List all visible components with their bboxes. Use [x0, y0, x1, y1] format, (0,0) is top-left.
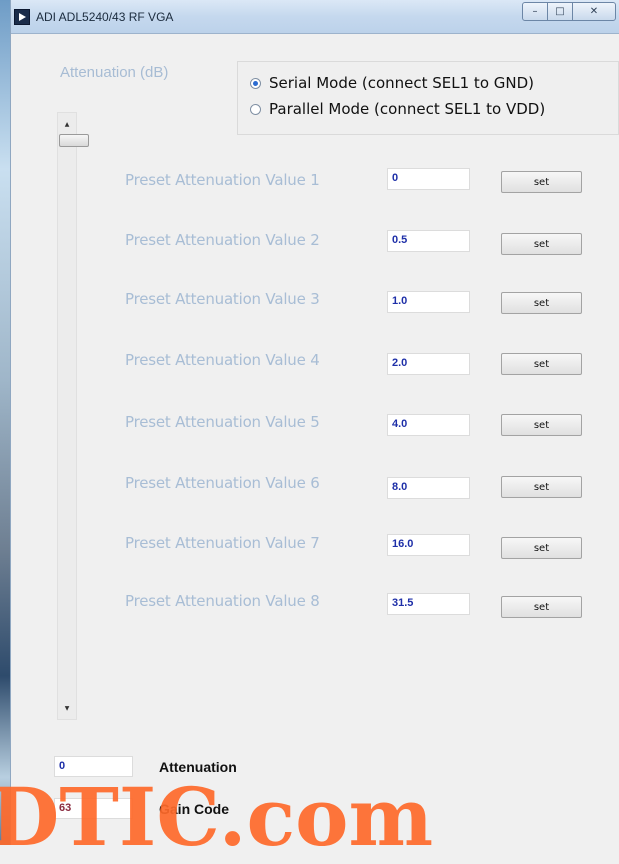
preset-8-label: Preset Attenuation Value 8 — [125, 592, 320, 610]
preset-1-set-button[interactable]: set — [501, 171, 582, 193]
preset-5-input[interactable]: 4.0 — [387, 414, 470, 436]
maximize-button[interactable]: □ — [547, 2, 573, 21]
parallel-mode-radio-icon[interactable] — [250, 103, 261, 115]
preset-7-label: Preset Attenuation Value 7 — [125, 534, 320, 552]
parallel-mode-label: Parallel Mode (connect SEL1 to VDD) — [269, 100, 546, 118]
preset-4-label: Preset Attenuation Value 4 — [125, 351, 320, 369]
attenuation-value-field[interactable]: 0 — [54, 756, 133, 777]
preset-6-set-button[interactable]: set — [501, 476, 582, 498]
serial-mode-label: Serial Mode (connect SEL1 to GND) — [269, 74, 535, 92]
attenuation-slider-label: Attenuation (dB) — [60, 64, 169, 81]
preset-3-label: Preset Attenuation Value 3 — [125, 290, 320, 308]
slider-up-arrow-icon[interactable]: ▲ — [58, 116, 76, 132]
title-bar[interactable]: ADI ADL5240/43 RF VGA – □ ✕ — [11, 0, 619, 34]
preset-5-label: Preset Attenuation Value 5 — [125, 413, 320, 431]
window-title: ADI ADL5240/43 RF VGA — [36, 10, 174, 24]
serial-mode-radio-icon[interactable] — [250, 77, 261, 89]
preset-3-set-button[interactable]: set — [501, 292, 582, 314]
preset-8-input[interactable]: 31.5 — [387, 593, 470, 615]
preset-1-label: Preset Attenuation Value 1 — [125, 171, 320, 189]
app-icon — [14, 9, 30, 25]
parallel-mode-option[interactable]: Parallel Mode (connect SEL1 to VDD) — [250, 100, 545, 118]
gain-code-value-field[interactable]: 63 — [54, 798, 133, 819]
preset-5-set-button[interactable]: set — [501, 414, 582, 436]
preset-6-label: Preset Attenuation Value 6 — [125, 474, 320, 492]
attenuation-readout-label: Attenuation — [159, 759, 237, 775]
preset-8-set-button[interactable]: set — [501, 596, 582, 618]
preset-2-input[interactable]: 0.5 — [387, 230, 470, 252]
preset-3-input[interactable]: 1.0 — [387, 291, 470, 313]
preset-7-input[interactable]: 16.0 — [387, 534, 470, 556]
desktop-background-edge — [0, 0, 10, 845]
preset-2-label: Preset Attenuation Value 2 — [125, 231, 320, 249]
preset-1-input[interactable]: 0 — [387, 168, 470, 190]
serial-mode-option[interactable]: Serial Mode (connect SEL1 to GND) — [250, 74, 534, 92]
preset-4-set-button[interactable]: set — [501, 353, 582, 375]
minimize-button[interactable]: – — [522, 2, 548, 21]
app-window: ADI ADL5240/43 RF VGA – □ ✕ Attenuation … — [10, 0, 619, 845]
preset-4-input[interactable]: 2.0 — [387, 353, 470, 375]
preset-7-set-button[interactable]: set — [501, 537, 582, 559]
gain-code-label: Gain Code — [159, 801, 230, 817]
mode-select-group: Serial Mode (connect SEL1 to GND) Parall… — [237, 61, 619, 135]
preset-6-input[interactable]: 8.0 — [387, 477, 470, 499]
slider-down-arrow-icon[interactable]: ▼ — [58, 700, 76, 716]
attenuation-slider[interactable]: ▲ ▼ — [57, 112, 89, 720]
close-button[interactable]: ✕ — [572, 2, 616, 21]
slider-thumb[interactable] — [59, 134, 89, 147]
preset-2-set-button[interactable]: set — [501, 233, 582, 255]
